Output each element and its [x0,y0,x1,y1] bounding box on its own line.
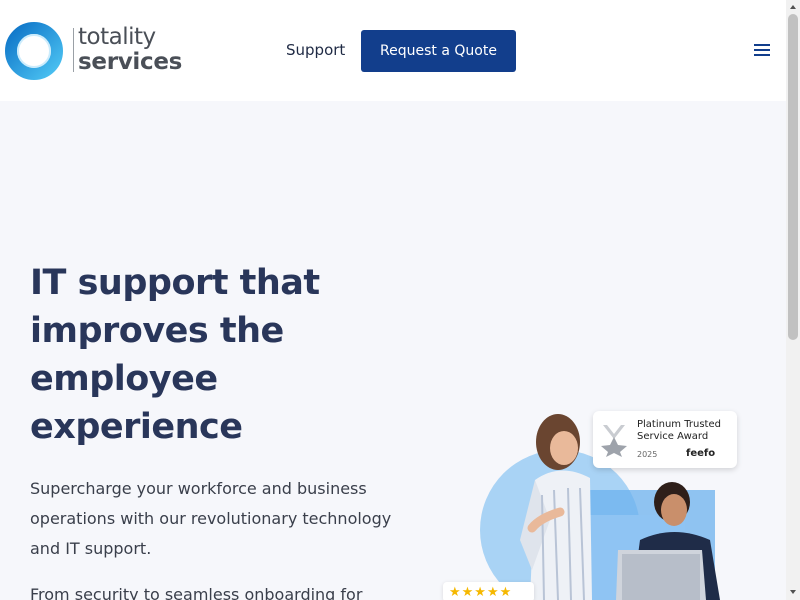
totality-services-logo[interactable]: totality services [4,21,184,81]
request-quote-button[interactable]: Request a Quote [361,30,516,72]
logo-text-totality: totality [78,24,156,50]
hamburger-menu-icon[interactable] [752,42,772,58]
feefo-logo: feefo [686,448,716,459]
page: totality services Support Request a Quot… [0,0,786,600]
hero-title: IT support that improves the employee ex… [30,263,320,447]
logo-text-services: services [78,49,183,75]
star-rating: ★★★★★ [443,582,534,600]
award-year: 2025 [637,450,658,459]
award-star-icon [601,425,627,457]
site-header: totality services Support Request a Quot… [0,0,786,101]
scrollbar-thumb[interactable] [788,14,798,340]
scroll-up-arrow-icon[interactable] [789,3,797,11]
award-title-line2: Service Award [637,431,709,442]
logo-divider [73,28,74,72]
scroll-down-arrow-icon[interactable] [789,588,797,596]
hero-subtitle: Supercharge your workforce and business … [30,479,392,558]
nav-support-link[interactable]: Support [286,40,345,60]
hero-subtitle-continued: From security to seamless onboarding for [30,585,363,600]
vertical-scrollbar[interactable] [786,0,800,600]
feefo-award-badge: Platinum Trusted Service Award 2025 feef… [593,411,737,468]
logo-ring-icon [5,22,63,80]
award-title-line1: Platinum Trusted [637,419,721,430]
